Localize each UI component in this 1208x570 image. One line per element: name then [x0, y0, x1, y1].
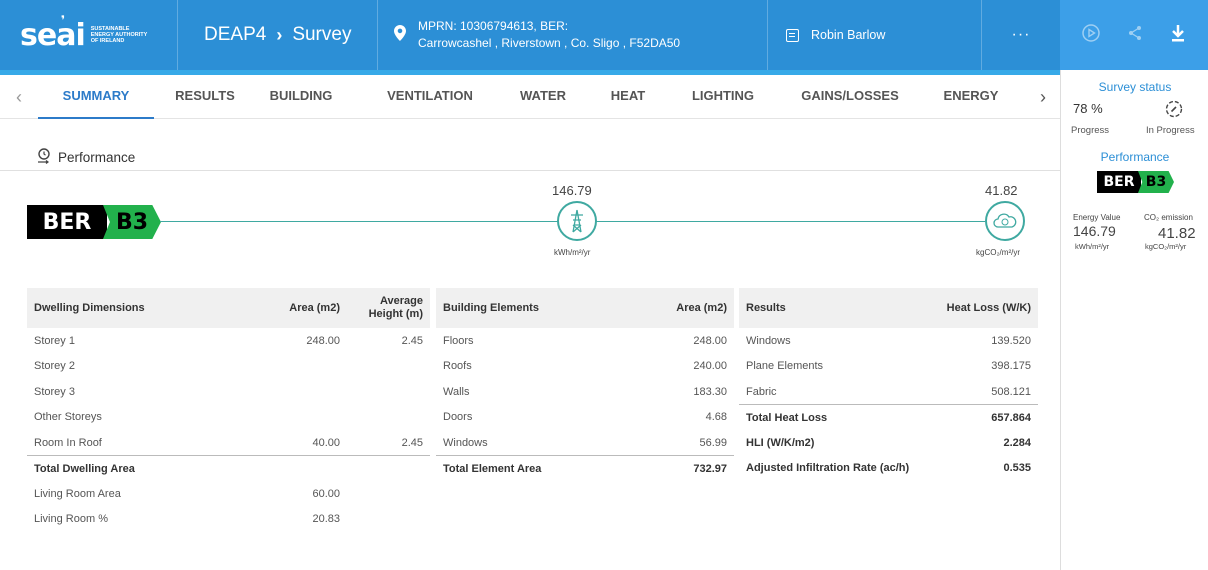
seai-logo[interactable]: seai ❜ Sustainable Energy Authority of Irel…	[0, 0, 178, 70]
survey-sidebar: Survey status 78 % Progress In Progress …	[1060, 70, 1208, 570]
tab-heat[interactable]: HEAT	[608, 75, 648, 119]
tab-ventilation[interactable]: VENTILATION	[382, 75, 478, 119]
top-bar: seai ❜ Sustainable Energy Authority of Irel…	[0, 0, 1060, 70]
table-row: Adjusted Infiltration Rate (ac/h) 0.535	[746, 462, 1031, 475]
property-info: MPRN: 10306794613, BER: Carrowcashel , R…	[378, 0, 768, 70]
more-options-button[interactable]: ···	[982, 0, 1060, 70]
tab-results[interactable]: RESULTS	[172, 75, 238, 119]
tab-energy[interactable]: ENERGY	[940, 75, 1002, 119]
share-icon[interactable]	[1127, 25, 1143, 46]
tab-summary[interactable]: SUMMARY	[38, 75, 154, 119]
tab-scroll-right-icon[interactable]: ›	[1040, 75, 1046, 119]
action-bar	[1060, 0, 1208, 70]
tab-gains-losses[interactable]: GAINS/LOSSES	[798, 75, 902, 119]
energy-unit: kWh/m²/yr	[554, 248, 591, 257]
table-row: Living Room % 20.83	[34, 513, 340, 526]
table-row: Living Room Area 60.00	[34, 487, 340, 500]
column-header: Area (m2)	[636, 288, 734, 328]
tab-bar: ‹ SUMMARY RESULTS BUILDING VENTILATION W…	[0, 75, 1060, 119]
total-row: Total Heat Loss 657.864	[739, 404, 1038, 430]
sidebar-co2-value: 41.82	[1158, 225, 1196, 242]
logo-subtext: Sustainable Energy Authority of Ireland	[90, 26, 148, 44]
column-header: Building Elements	[436, 288, 636, 328]
table-row: Storey 2	[34, 360, 75, 373]
energy-label: Energy Value	[1073, 213, 1121, 222]
co2-unit: kgCO₂/m²/yr	[976, 248, 1020, 257]
table-row: Storey 3	[34, 385, 75, 398]
progress-value: 78 %	[1073, 101, 1103, 116]
assessor-card-icon	[786, 28, 799, 42]
results-table: Results Heat Loss (W/K) Windows 139.520 P…	[739, 288, 1038, 481]
tab-scroll-left-icon[interactable]: ‹	[16, 75, 22, 119]
co2-label: CO₂ emission	[1144, 213, 1193, 222]
building-elements-table: Building Elements Area (m2) Floors 248.00…	[436, 288, 734, 481]
energy-value: 146.79	[552, 183, 592, 198]
sidebar-energy-value: 146.79	[1073, 223, 1116, 239]
user-name: Robin Barlow	[811, 28, 886, 42]
table-row: Windows 139.520	[746, 334, 1031, 347]
play-circle-icon[interactable]	[1081, 23, 1100, 47]
tab-water[interactable]: WATER	[516, 75, 570, 119]
logo-text: seai	[20, 17, 86, 53]
dwelling-dimensions-table: Dwelling Dimensions Area (m2) Average He…	[27, 288, 430, 532]
total-row: Total Element Area 732.97	[436, 455, 734, 481]
progress-label: Progress	[1071, 125, 1110, 136]
user-info[interactable]: Robin Barlow	[768, 0, 982, 70]
table-row: Doors 4.68	[443, 411, 727, 424]
co2-value: 41.82	[985, 183, 1018, 198]
ber-badge: BER B3	[27, 205, 161, 239]
location-pin-icon	[394, 24, 406, 46]
table-row: Walls 183.30	[443, 385, 727, 398]
column-header: Heat Loss (W/K)	[939, 288, 1038, 328]
logo-flame-icon: ❜	[61, 12, 65, 27]
table-row: Roofs 240.00	[443, 360, 727, 373]
column-header: Average Height (m)	[347, 288, 430, 328]
address-line: Carrowcashel , Riverstown , Co. Sligo , …	[418, 36, 681, 50]
table-row: Room In Roof 40.00 2.45	[34, 436, 423, 449]
sidebar-performance-title: Performance	[1100, 150, 1170, 164]
gauge-icon	[36, 148, 52, 167]
column-header: Area (m2)	[267, 288, 347, 328]
pylon-icon	[557, 201, 597, 241]
download-icon[interactable]	[1170, 24, 1186, 47]
table-row: Plane Elements 398.175	[746, 360, 1031, 373]
status-label: In Progress	[1146, 125, 1195, 136]
column-header: Results	[739, 288, 939, 328]
table-row: Storey 1 248.00 2.45	[34, 334, 423, 347]
tab-building[interactable]: BUILDING	[262, 75, 340, 119]
table-row: Other Storeys	[34, 411, 102, 424]
table-row: Fabric 508.121	[746, 385, 1031, 398]
breadcrumb-app[interactable]: DEAP4	[204, 24, 266, 46]
divider	[0, 170, 1060, 171]
column-header: Dwelling Dimensions	[27, 288, 267, 328]
table-row: HLI (W/K/m2) 2.284	[746, 436, 1031, 449]
performance-heading: Performance	[36, 148, 135, 167]
sidebar-ber-badge: BER B3	[1097, 171, 1174, 193]
co2-cloud-icon	[985, 201, 1025, 241]
tab-lighting[interactable]: LIGHTING	[688, 75, 758, 119]
breadcrumb: DEAP4 › Survey	[178, 0, 378, 70]
total-row: Total Dwelling Area	[27, 455, 430, 481]
chevron-right-icon: ›	[276, 24, 283, 45]
progress-status-icon	[1165, 100, 1183, 123]
sidebar-co2-unit: kgCO₂/m²/yr	[1145, 242, 1187, 251]
mprn-line: MPRN: 10306794613, BER:	[418, 19, 569, 33]
survey-status-title: Survey status	[1098, 80, 1172, 94]
table-row: Floors 248.00	[443, 334, 727, 347]
table-row: Windows 56.99	[443, 436, 727, 449]
sidebar-energy-unit: kWh/m²/yr	[1075, 242, 1110, 251]
breadcrumb-section: Survey	[292, 24, 352, 45]
